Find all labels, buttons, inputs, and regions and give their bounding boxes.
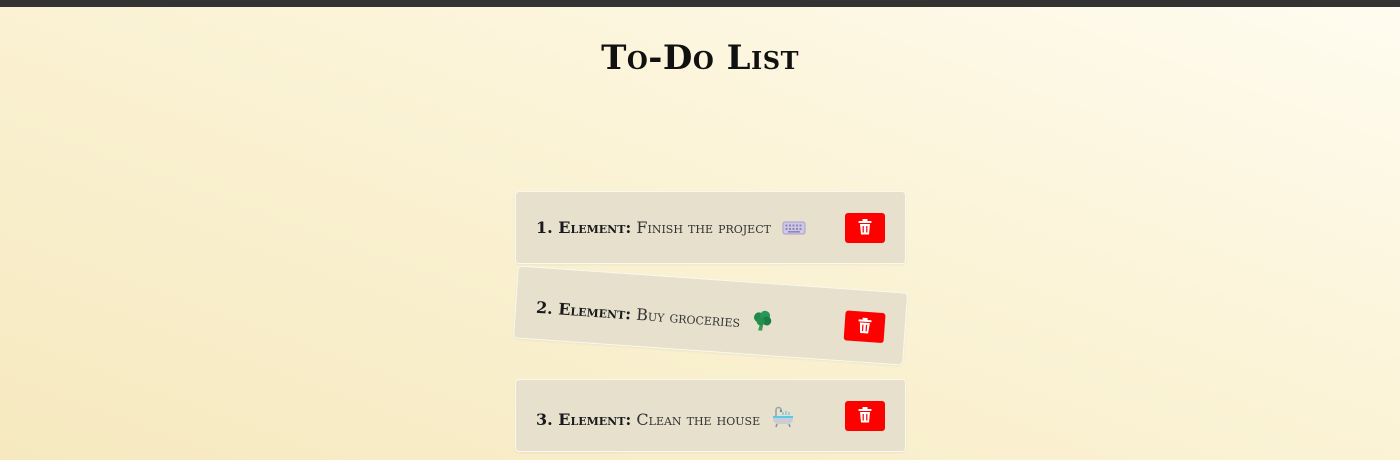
trash-icon [858,218,872,238]
bathtub-icon [771,406,795,432]
todo-item-number: 2. Element: [535,297,632,324]
todo-item-text-wrapper: 3. Element: Clean the house [536,406,795,432]
top-bar [0,0,1400,7]
page-title: To-Do List [601,38,799,78]
delete-button[interactable] [845,401,885,431]
todo-item: 1. Element: Finish the project [515,191,906,264]
todo-item-text-wrapper: 1. Element: Finish the project [536,218,806,240]
broccoli-icon [750,309,774,336]
keyboard-icon [782,220,806,240]
todo-item-label: Buy groceries [635,304,741,332]
trash-icon [858,406,872,426]
todo-item: 2. Element: Buy groceries [512,265,909,366]
todo-item-text-wrapper: 2. Element: Buy groceries [535,294,774,337]
todo-item-number: 1. Element: [536,218,632,237]
todo-item-number: 3. Element: [536,410,632,429]
todo-item: 3. Element: Clean the house [515,379,906,452]
trash-icon [857,317,872,337]
todo-item-label: Clean the house [636,410,761,429]
todo-item-label: Finish the project [636,218,771,237]
delete-button[interactable] [845,213,885,243]
delete-button[interactable] [843,310,886,344]
